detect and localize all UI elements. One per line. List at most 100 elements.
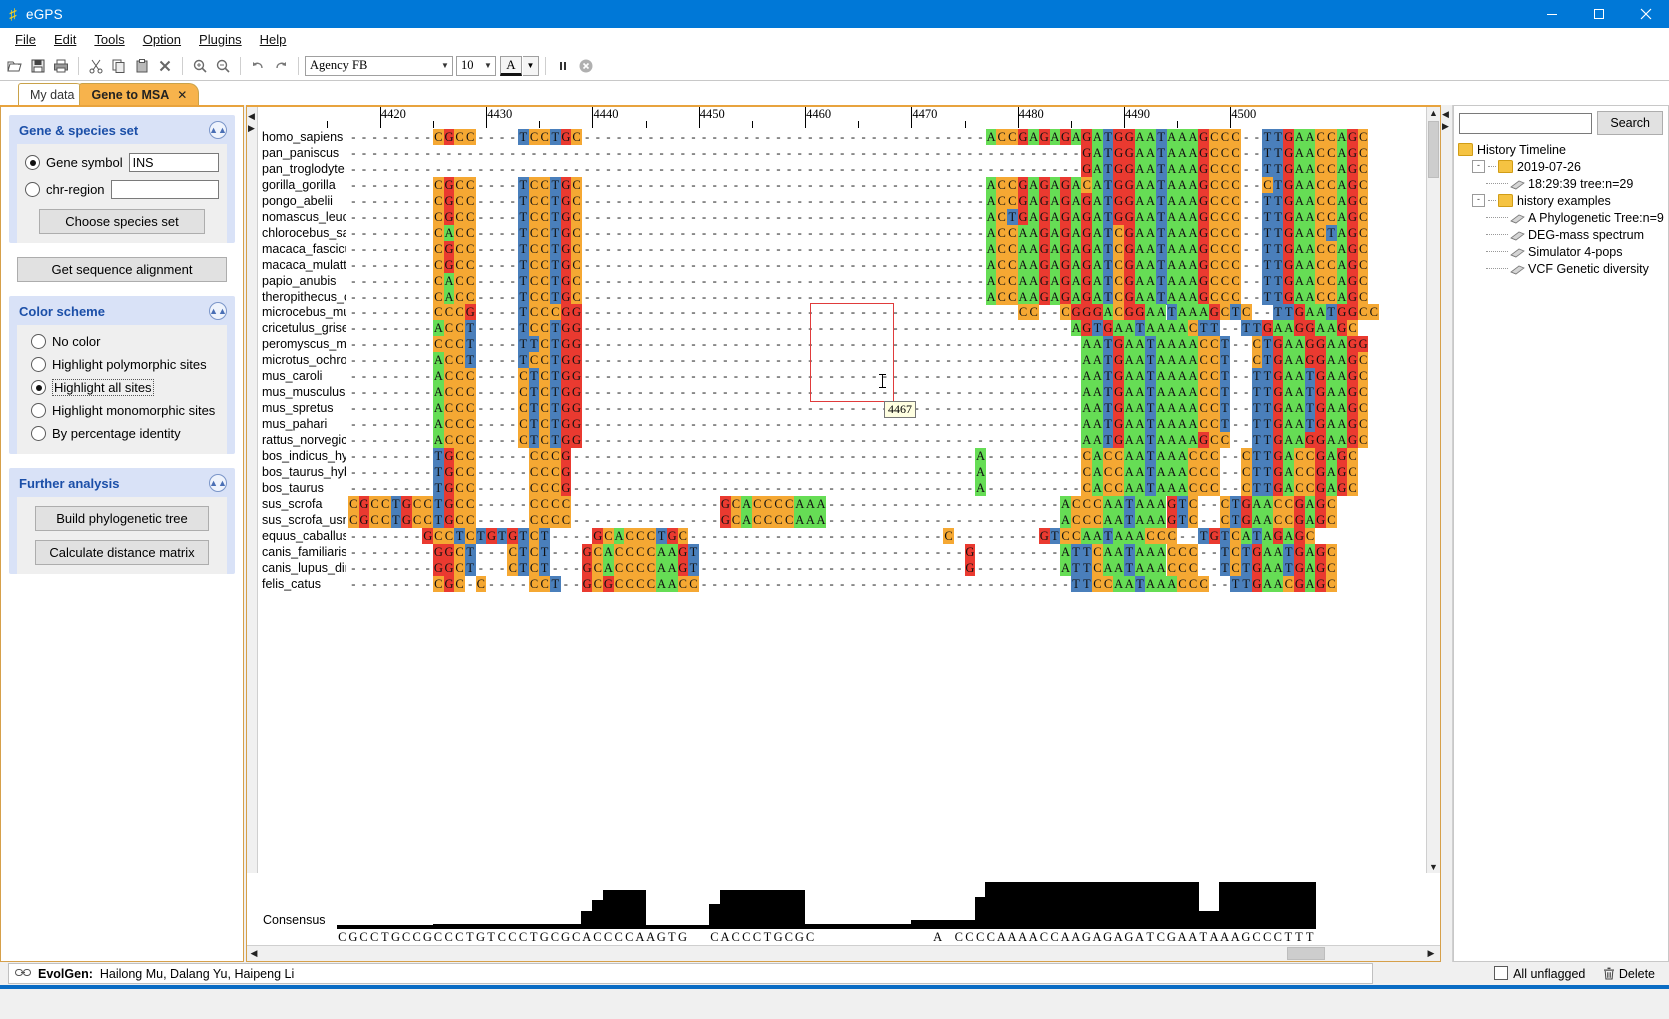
tree-leaf-node[interactable]: A Phylogenetic Tree:n=9 <box>1458 209 1668 226</box>
color-option-monomorphic[interactable]: Highlight monomorphic sites <box>31 403 219 418</box>
history-search-button[interactable]: Search <box>1597 111 1663 135</box>
tab-close-icon[interactable]: ✕ <box>177 88 187 102</box>
font-color-dropdown[interactable]: ▼ <box>523 55 539 76</box>
alignment-vertical-scrollbar[interactable]: ▲ ▼ <box>1426 107 1440 873</box>
chevron-up-icon[interactable]: ▲▲ <box>209 474 227 492</box>
font-color-button[interactable]: A <box>500 55 522 76</box>
sequence-char: - <box>765 305 770 320</box>
tree-expander-icon[interactable]: - <box>1472 194 1485 207</box>
tree-leaf-node[interactable]: VCF Genetic diversity <box>1458 260 1668 277</box>
alignment-left-splitter[interactable]: ◀ ▶ <box>247 107 258 873</box>
no-color-radio[interactable] <box>31 334 46 349</box>
menu-edit[interactable]: Edit <box>45 30 85 49</box>
color-option-no-color[interactable]: No color <box>31 334 219 349</box>
sequence-char: - <box>383 337 388 352</box>
sequence-char: - <box>585 209 590 224</box>
chr-region-radio[interactable] <box>25 182 40 197</box>
all-unflagged-checkbox-wrap[interactable]: All unflagged <box>1494 966 1585 981</box>
maximize-icon[interactable] <box>1575 0 1622 28</box>
sequence-char: - <box>1010 560 1015 575</box>
tree-folder-node[interactable]: History Timeline <box>1458 141 1668 158</box>
calculate-distance-matrix-button[interactable]: Calculate distance matrix <box>35 540 209 565</box>
vertical-scrollbar-thumb[interactable] <box>1428 121 1439 178</box>
sequence-char: - <box>999 385 1004 400</box>
tree-folder-node[interactable]: -2019-07-26 <box>1458 158 1668 175</box>
paste-icon[interactable] <box>131 55 153 77</box>
pause-icon[interactable] <box>552 55 574 77</box>
sequence-char: - <box>903 257 909 272</box>
chevron-up-icon[interactable]: ▲▲ <box>209 302 227 320</box>
triangle-right-icon[interactable]: ▶ <box>1442 121 1449 132</box>
tree-folder-node[interactable]: - history examples <box>1458 192 1668 209</box>
scroll-down-icon[interactable]: ▼ <box>1429 861 1438 873</box>
chevron-up-icon[interactable]: ▲▲ <box>209 121 227 139</box>
color-option-all-sites[interactable]: Highlight all sites <box>31 379 219 396</box>
sequence-char: C <box>540 209 549 224</box>
sequence-char: T <box>1253 480 1261 495</box>
color-option-polymorphic[interactable]: Highlight polymorphic sites <box>31 357 219 372</box>
print-icon[interactable] <box>50 55 72 77</box>
by-percentage-identity-radio[interactable] <box>31 426 46 441</box>
get-sequence-alignment-button[interactable]: Get sequence alignment <box>17 257 227 282</box>
history-search-input[interactable] <box>1459 112 1593 134</box>
alignment-canvas[interactable]: 4420 4430 4440 4450 4460 4470 4480 4490 4500 hom… <box>258 107 1426 873</box>
scroll-up-icon[interactable]: ▲ <box>1429 107 1438 119</box>
alignment-horizontal-scrollbar[interactable]: ◀ ▶ <box>247 945 1440 961</box>
menu-plugins[interactable]: Plugins <box>190 30 251 49</box>
cut-icon[interactable] <box>85 55 107 77</box>
sequence-char: - <box>808 369 813 384</box>
minimize-icon[interactable] <box>1528 0 1575 28</box>
gene-symbol-input[interactable]: INS <box>128 153 219 172</box>
highlight-all-sites-radio[interactable] <box>31 380 46 395</box>
delete-button[interactable]: Delete <box>1603 967 1655 981</box>
undo-icon[interactable] <box>247 55 269 77</box>
build-phylogenetic-tree-button[interactable]: Build phylogenetic tree <box>35 506 209 531</box>
close-icon[interactable] <box>1622 0 1669 28</box>
copy-icon[interactable] <box>108 55 130 77</box>
highlight-monomorphic-radio[interactable] <box>31 403 46 418</box>
horizontal-scrollbar-thumb[interactable] <box>1287 947 1325 960</box>
sequence-char: - <box>712 544 717 559</box>
tab-gene-to-msa[interactable]: Gene to MSA ✕ <box>79 83 200 105</box>
sequence-char: G <box>1348 289 1358 304</box>
chr-region-input[interactable] <box>110 180 219 199</box>
chevron-down-icon[interactable]: ▼ <box>438 61 452 70</box>
all-unflagged-checkbox[interactable] <box>1494 966 1509 980</box>
right-panel-splitter[interactable]: ◀ ▶ <box>1441 105 1453 962</box>
stop-icon[interactable] <box>575 55 597 77</box>
tree-expander-icon[interactable]: - <box>1472 160 1485 173</box>
gene-symbol-radio[interactable] <box>25 155 40 170</box>
sequence-name: macaca_mulatta <box>262 257 346 272</box>
open-folder-icon[interactable] <box>4 55 26 77</box>
triangle-right-icon[interactable]: ▶ <box>248 123 255 134</box>
zoom-out-icon[interactable] <box>212 55 234 77</box>
triangle-left-icon[interactable]: ◀ <box>248 111 255 122</box>
sequence-char: A <box>1146 225 1156 240</box>
highlight-polymorphic-radio[interactable] <box>31 357 46 372</box>
tree-leaf-node[interactable]: 18:29:39 tree:n=29 <box>1458 175 1668 192</box>
tab-my-data[interactable]: My data <box>18 83 87 105</box>
chevron-down-icon[interactable]: ▼ <box>481 61 495 70</box>
menu-file[interactable]: File <box>6 30 45 49</box>
scroll-left-icon[interactable]: ◀ <box>247 948 261 959</box>
sequence-char: A <box>1156 321 1166 336</box>
menu-option[interactable]: Option <box>134 30 190 49</box>
save-icon[interactable] <box>27 55 49 77</box>
zoom-in-icon[interactable] <box>189 55 211 77</box>
menu-help[interactable]: Help <box>251 30 296 49</box>
font-family-select[interactable]: Agency FB ▼ <box>305 55 453 76</box>
sequence-char: C <box>455 225 464 240</box>
font-size-select[interactable]: 10 ▼ <box>456 55 496 76</box>
tree-leaf-node[interactable]: Simulator 4-pops <box>1458 243 1668 260</box>
scroll-right-icon[interactable]: ▶ <box>1424 948 1438 959</box>
tree-leaf-node[interactable]: DEG-mass spectrum <box>1458 226 1668 243</box>
sequence-char: - <box>606 305 611 320</box>
menu-tools[interactable]: Tools <box>85 30 133 49</box>
redo-icon[interactable] <box>270 55 292 77</box>
color-option-percentage-identity[interactable]: By percentage identity <box>31 426 219 441</box>
choose-species-set-button[interactable]: Choose species set <box>39 209 205 234</box>
triangle-left-icon[interactable]: ◀ <box>1442 109 1449 120</box>
delete-icon[interactable] <box>154 55 176 77</box>
sequence-char: - <box>670 512 675 527</box>
sequence-char: - <box>542 161 547 176</box>
